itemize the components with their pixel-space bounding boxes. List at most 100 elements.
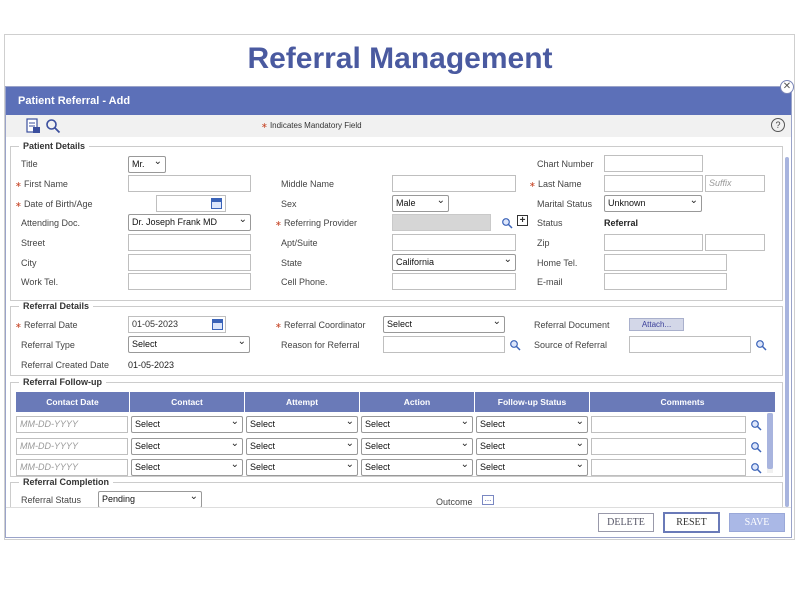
column-header-action[interactable]: Action bbox=[360, 392, 475, 412]
contact-date-input[interactable]: MM-DD-YYYY bbox=[16, 459, 128, 476]
attempt-select[interactable]: Select bbox=[246, 438, 358, 455]
followup-scroll-thumb[interactable] bbox=[767, 413, 773, 469]
comments-search-icon[interactable] bbox=[750, 419, 762, 431]
mandatory-note: ∗ Indicates Mandatory Field bbox=[261, 121, 362, 130]
referral-status-label: Referral Status bbox=[21, 495, 82, 505]
street-label: Street bbox=[21, 238, 46, 248]
street-input[interactable] bbox=[128, 234, 251, 251]
attending-doc-select[interactable]: Dr. Joseph Frank MD bbox=[128, 214, 251, 231]
source-of-referral-label: Source of Referral bbox=[534, 340, 608, 350]
state-select[interactable]: California bbox=[392, 254, 516, 271]
referral-status-select[interactable]: Pending bbox=[98, 491, 202, 508]
patient-referral-dialog: Patient Referral - Add ∗ Indicates Manda… bbox=[5, 86, 792, 538]
last-name-input[interactable] bbox=[604, 175, 703, 192]
reset-button[interactable]: RESET bbox=[663, 512, 720, 533]
reason-for-referral-input[interactable] bbox=[383, 336, 505, 353]
referring-provider-label: ∗ Referring Provider bbox=[275, 218, 357, 228]
followup-status-select[interactable]: Select bbox=[476, 438, 588, 455]
column-header-attempt[interactable]: Attempt bbox=[245, 392, 360, 412]
delete-button[interactable]: DELETE bbox=[598, 513, 654, 532]
comments-search-icon[interactable] bbox=[750, 462, 762, 474]
zip-label: Zip bbox=[537, 238, 550, 248]
outcome-more-icon[interactable]: ... bbox=[482, 495, 494, 505]
outcome-label: Outcome bbox=[436, 497, 473, 507]
home-tel-input[interactable] bbox=[604, 254, 727, 271]
provider-search-icon[interactable] bbox=[501, 217, 513, 229]
apt-suite-input[interactable] bbox=[392, 234, 516, 251]
source-search-icon[interactable] bbox=[755, 339, 767, 351]
attending-doc-label: Attending Doc. bbox=[21, 218, 81, 228]
contact-select[interactable]: Select bbox=[131, 438, 243, 455]
search-icon[interactable] bbox=[45, 118, 61, 134]
email-label: E-mail bbox=[537, 277, 563, 287]
status-value: Referral bbox=[604, 218, 639, 228]
referral-coordinator-select[interactable]: Select bbox=[383, 316, 505, 333]
column-header-contact-date[interactable]: Contact Date bbox=[16, 392, 130, 412]
referring-provider-input[interactable] bbox=[392, 214, 491, 231]
contact-date-input[interactable]: MM-DD-YYYY bbox=[16, 416, 128, 433]
city-input[interactable] bbox=[128, 254, 251, 271]
attempt-select[interactable]: Select bbox=[246, 416, 358, 433]
status-label: Status bbox=[537, 218, 563, 228]
calendar-icon[interactable] bbox=[211, 198, 222, 209]
attempt-select[interactable]: Select bbox=[246, 459, 358, 476]
save-button[interactable]: SAVE bbox=[729, 513, 785, 532]
comments-input[interactable] bbox=[591, 459, 746, 476]
followup-status-select[interactable]: Select bbox=[476, 459, 588, 476]
chart-number-label: Chart Number bbox=[537, 159, 594, 169]
first-name-input[interactable] bbox=[128, 175, 251, 192]
contact-select[interactable]: Select bbox=[131, 416, 243, 433]
zip-input[interactable] bbox=[604, 234, 703, 251]
followup-status-select[interactable]: Select bbox=[476, 416, 588, 433]
title-select[interactable]: Mr. bbox=[128, 156, 166, 173]
suffix-input[interactable]: Suffix bbox=[705, 175, 765, 192]
mandatory-note-text: Indicates Mandatory Field bbox=[269, 121, 362, 130]
column-header-contact[interactable]: Contact bbox=[130, 392, 245, 412]
comments-input[interactable] bbox=[591, 416, 746, 433]
referral-date-calendar-icon[interactable] bbox=[212, 319, 223, 330]
action-select[interactable]: Select bbox=[361, 438, 473, 455]
sex-select[interactable]: Male bbox=[392, 195, 449, 212]
followup-scrollbar[interactable] bbox=[767, 413, 773, 473]
referral-followup-legend: Referral Follow-up bbox=[23, 377, 103, 387]
comments-search-icon[interactable] bbox=[750, 441, 762, 453]
dob-input[interactable] bbox=[156, 195, 226, 212]
toolbar: ∗ Indicates Mandatory Field ? bbox=[6, 115, 791, 137]
cell-phone-label: Cell Phone. bbox=[281, 277, 328, 287]
close-icon[interactable]: ✕ bbox=[780, 80, 794, 94]
attach-button[interactable]: Attach... bbox=[629, 318, 684, 331]
column-header-comments[interactable]: Comments bbox=[590, 392, 775, 412]
referral-coordinator-label: ∗ Referral Coordinator bbox=[275, 320, 366, 330]
help-icon[interactable]: ? bbox=[771, 118, 785, 132]
action-select[interactable]: Select bbox=[361, 416, 473, 433]
zip-ext-input[interactable] bbox=[705, 234, 765, 251]
add-provider-icon[interactable]: + bbox=[517, 215, 528, 226]
referral-created-date-label: Referral Created Date bbox=[21, 360, 110, 370]
contact-date-input[interactable]: MM-DD-YYYY bbox=[16, 438, 128, 455]
dialog-scrollbar[interactable] bbox=[785, 147, 790, 507]
comments-input[interactable] bbox=[591, 438, 746, 455]
title-label: Title bbox=[21, 159, 38, 169]
marital-status-select[interactable]: Unknown bbox=[604, 195, 702, 212]
dob-label: ∗ Date of Birth/Age bbox=[15, 199, 93, 209]
chart-number-input[interactable] bbox=[604, 155, 703, 172]
reason-for-referral-label: Reason for Referral bbox=[281, 340, 360, 350]
sex-label: Sex bbox=[281, 199, 297, 209]
source-of-referral-input[interactable] bbox=[629, 336, 751, 353]
marital-status-label: Marital Status bbox=[537, 199, 593, 209]
middle-name-input[interactable] bbox=[392, 175, 516, 192]
referral-type-select[interactable]: Select bbox=[128, 336, 250, 353]
middle-name-label: Middle Name bbox=[281, 179, 335, 189]
email-input[interactable] bbox=[604, 273, 727, 290]
asterisk-icon: ∗ bbox=[261, 121, 268, 130]
contact-select[interactable]: Select bbox=[131, 459, 243, 476]
report-icon[interactable] bbox=[25, 118, 41, 134]
cell-phone-input[interactable] bbox=[392, 273, 516, 290]
referral-created-date-value: 01-05-2023 bbox=[128, 360, 175, 370]
action-select[interactable]: Select bbox=[361, 459, 473, 476]
dialog-scroll-thumb[interactable] bbox=[785, 157, 789, 507]
reason-search-icon[interactable] bbox=[509, 339, 521, 351]
column-header-followup-status[interactable]: Follow-up Status bbox=[475, 392, 590, 412]
last-name-label: ∗ Last Name bbox=[529, 179, 582, 189]
work-tel-input[interactable] bbox=[128, 273, 251, 290]
